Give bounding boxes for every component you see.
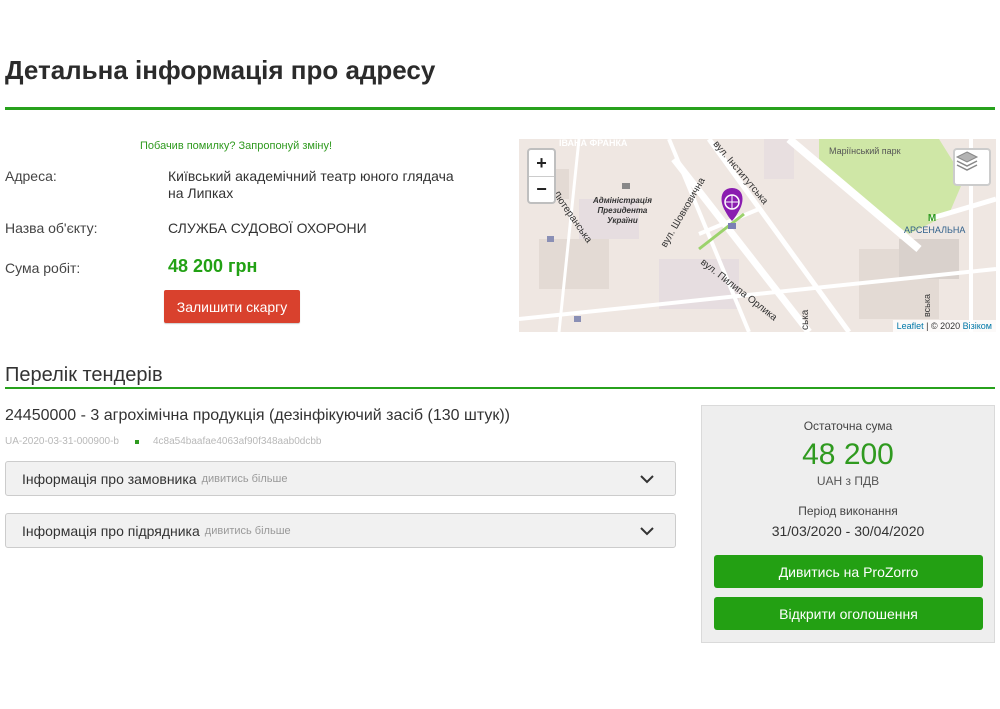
metro-icon: M bbox=[927, 213, 937, 224]
contractor-info-accordion[interactable]: Інформація про підрядника дивитись більш… bbox=[5, 513, 676, 548]
map-label-marinskyi-park: Маріїнський парк bbox=[829, 146, 901, 156]
map-attribution: Leaflet | © 2020 Візіком bbox=[892, 320, 996, 332]
leave-complaint-button[interactable]: Залишити скаргу bbox=[164, 290, 300, 323]
map-label-side-street-1: ська bbox=[800, 309, 811, 330]
final-sum-label: Остаточна сума bbox=[803, 419, 893, 433]
title-divider bbox=[5, 107, 995, 110]
currency-label: UAH з ПДВ bbox=[816, 474, 880, 488]
tender-title: 24450000 - 3 агрохімічна продукція (дезі… bbox=[5, 407, 511, 424]
view-prozorro-button[interactable]: Дивитись на ProZorro bbox=[714, 555, 983, 588]
open-announcement-button[interactable]: Відкрити оголошення bbox=[714, 597, 983, 630]
tenders-divider bbox=[5, 387, 995, 389]
tender-hash: 4c8a54baafae4063af90f348aab0dcbb bbox=[152, 436, 322, 447]
sum-value: 48 200 грн bbox=[168, 256, 258, 276]
address-label: Адреса: bbox=[5, 168, 57, 184]
attribution-separator: | © 2020 bbox=[923, 321, 963, 331]
final-sum-value: 48 200 bbox=[802, 438, 894, 471]
zoom-control: + − bbox=[527, 148, 556, 204]
tender-id: UA-2020-03-31-000900-b bbox=[5, 436, 119, 447]
zoom-out-button[interactable]: − bbox=[529, 176, 554, 202]
object-name-value: СЛУЖБА СУДОВОЇ ОХОРОНИ bbox=[168, 220, 367, 236]
tenders-section-title: Перелік тендерів bbox=[5, 364, 163, 386]
meta-dot-icon bbox=[134, 439, 139, 444]
map-label-administration: Адміністрація Президента України bbox=[593, 196, 652, 225]
sum-label: Сума робіт: bbox=[5, 260, 81, 276]
object-name-label: Назва об'єкту: bbox=[5, 220, 98, 236]
customer-info-accordion[interactable]: Інформація про замовника дивитись більше bbox=[5, 461, 676, 496]
period-value: 31/03/2020 - 30/04/2020 bbox=[771, 523, 925, 539]
visicom-link[interactable]: Візіком bbox=[963, 321, 992, 331]
chevron-down-icon bbox=[640, 527, 654, 536]
address-line-1: Київський академічний театр юного глядач… bbox=[168, 168, 454, 184]
contractor-info-more: дивитись більше bbox=[204, 524, 291, 537]
suggest-change-link[interactable]: Побачив помилку? Запропонуй зміну! bbox=[140, 140, 332, 152]
map[interactable]: ІВАНА ФРАНКА вул. Інститутська Маріїнськ… bbox=[519, 139, 996, 332]
tender-meta: UA-2020-03-31-000900-b 4c8a54baafae4063a… bbox=[5, 436, 321, 447]
customer-info-label: Інформація про замовника bbox=[22, 470, 197, 487]
period-label: Період виконання bbox=[798, 504, 898, 518]
map-label-side-street-2: вська bbox=[922, 293, 932, 317]
page-title: Детальна інформація про адресу bbox=[5, 55, 436, 85]
contractor-info-label: Інформація про підрядника bbox=[22, 522, 200, 539]
chevron-down-icon bbox=[640, 475, 654, 484]
map-label-arsenalna: АРСЕНАЛЬНА bbox=[904, 225, 966, 235]
leaflet-link[interactable]: Leaflet bbox=[897, 321, 924, 331]
address-value: Київський академічний театр юного глядач… bbox=[168, 168, 454, 202]
layers-button[interactable] bbox=[953, 148, 991, 186]
layers-icon bbox=[955, 151, 979, 171]
customer-info-more: дивитись більше bbox=[201, 472, 288, 485]
map-label-ivana-franka: ІВАНА ФРАНКА bbox=[559, 139, 628, 148]
zoom-in-button[interactable]: + bbox=[529, 150, 554, 176]
summary-panel: Остаточна сума 48 200 UAH з ПДВ Період в… bbox=[701, 405, 995, 643]
address-line-2: на Липках bbox=[168, 185, 234, 201]
